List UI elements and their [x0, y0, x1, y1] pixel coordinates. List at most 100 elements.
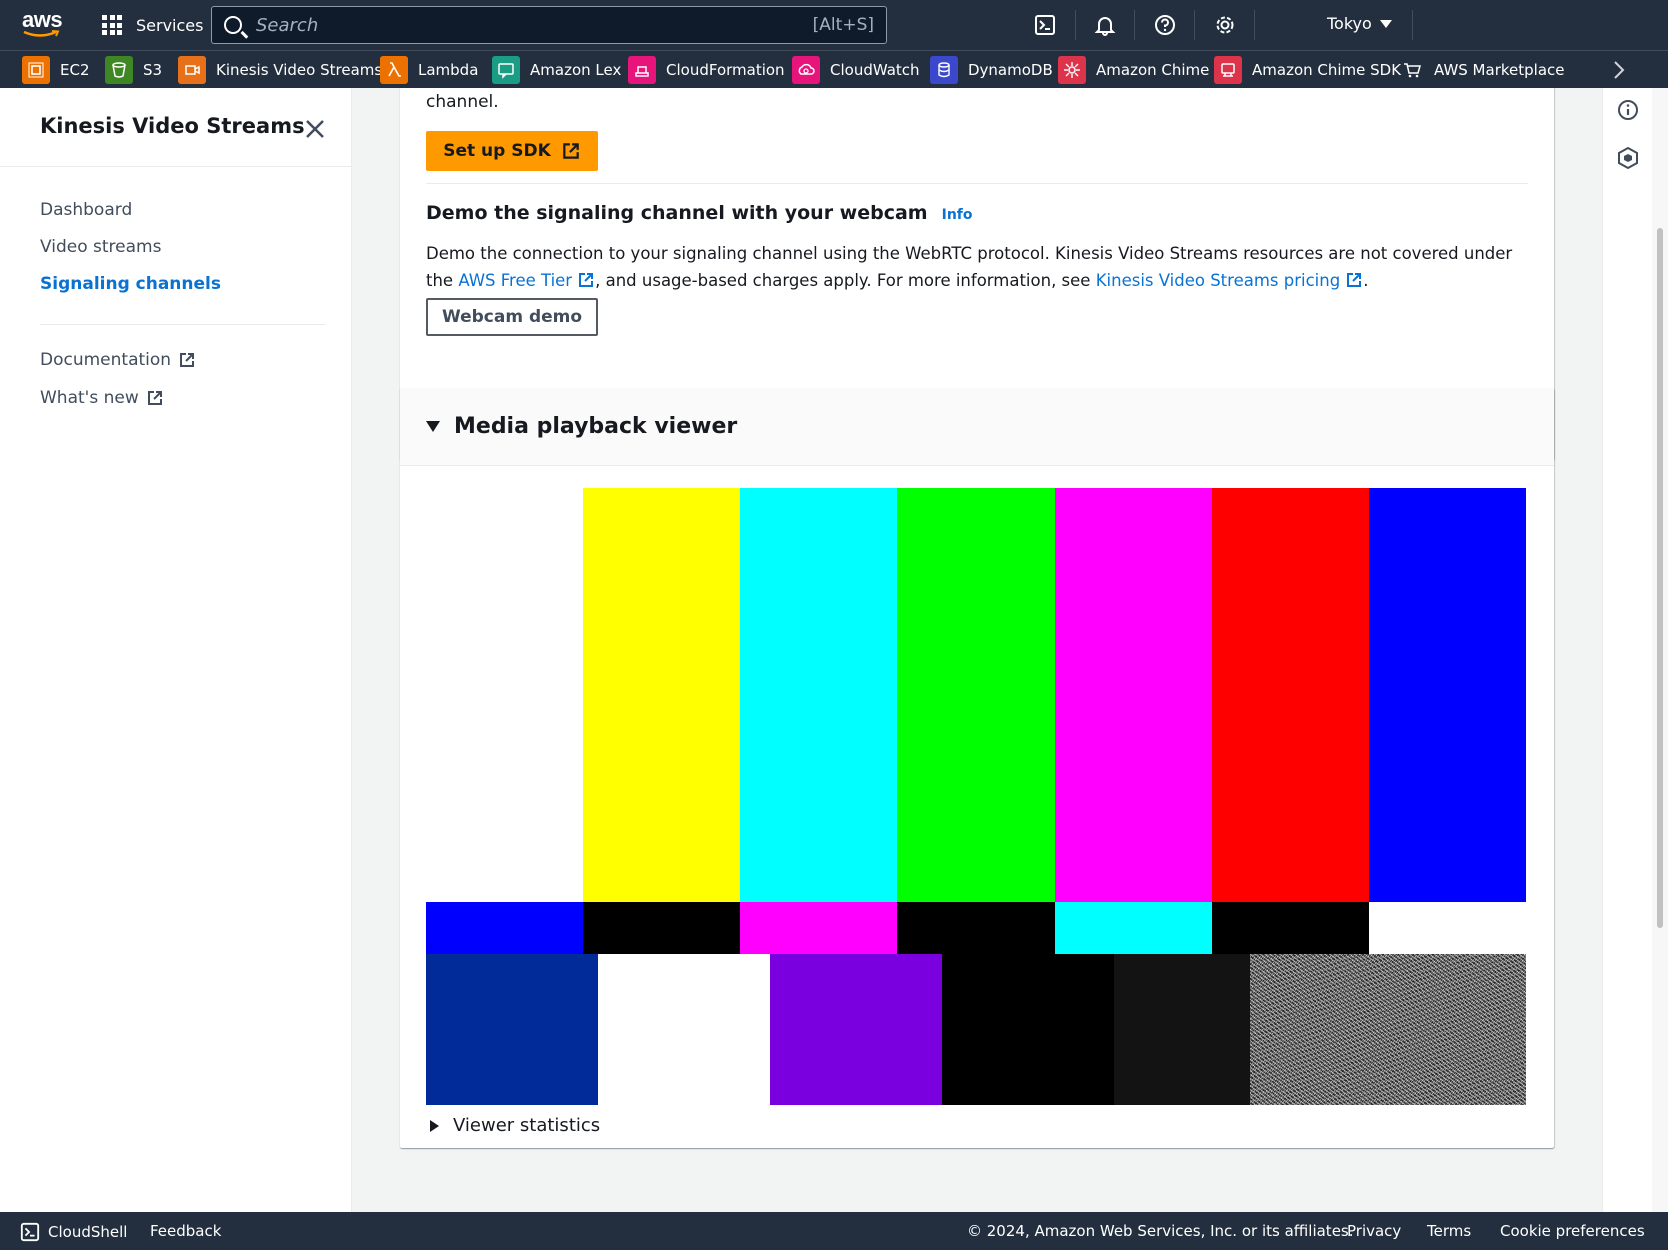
- footer-terms-link[interactable]: Terms: [1427, 1222, 1471, 1240]
- footer-privacy-link[interactable]: Privacy: [1347, 1222, 1401, 1240]
- webcam-demo-title: Demo the signaling channel with your web…: [426, 202, 928, 224]
- favorite-label: CloudFormation: [666, 61, 785, 79]
- region-label: Tokyo: [1327, 14, 1372, 33]
- favorite-label: AWS Marketplace: [1434, 61, 1565, 79]
- favorite-kinesis-video-streams[interactable]: Kinesis Video Streams: [178, 55, 382, 85]
- viewer-statistics-toggle[interactable]: Viewer statistics: [430, 1115, 600, 1136]
- cloudwatch-icon: [792, 56, 820, 84]
- cloudformation-icon: [628, 56, 656, 84]
- favorite-label: Lambda: [418, 61, 479, 79]
- favorite-aws-marketplace[interactable]: AWS Marketplace: [1400, 55, 1564, 85]
- external-link-icon: [1347, 273, 1362, 287]
- favorite-label: DynamoDB: [968, 61, 1053, 79]
- favorite-ec2[interactable]: EC2: [22, 55, 90, 85]
- test-pattern-bottom-bar: [426, 954, 599, 1105]
- favorite-label: S3: [143, 61, 163, 79]
- sidebar-item-whats-new[interactable]: What's new: [40, 388, 164, 408]
- test-pattern-top-bar: [740, 488, 899, 902]
- sidebar-divider: [40, 324, 326, 325]
- aws-free-tier-link-label: AWS Free Tier: [458, 271, 573, 290]
- footer-copyright: © 2024, Amazon Web Services, Inc. or its…: [967, 1222, 1354, 1240]
- info-link[interactable]: Info: [942, 207, 973, 223]
- footer-feedback-link[interactable]: Feedback: [150, 1222, 221, 1240]
- footer-cloudshell-button[interactable]: CloudShell: [20, 1222, 127, 1242]
- main-content: channel. Set up SDK Demo the signaling c…: [352, 88, 1602, 1212]
- favorite-label: Amazon Chime SDK: [1252, 61, 1402, 79]
- nav-separator: [1254, 10, 1255, 40]
- external-link-icon: [180, 353, 195, 367]
- nav-separator: [1412, 10, 1413, 40]
- kinesis-pricing-link[interactable]: Kinesis Video Streams pricing: [1096, 271, 1363, 290]
- scrollbar-thumb[interactable]: [1657, 228, 1663, 928]
- services-grid-icon: [102, 15, 122, 35]
- description-text: .: [1363, 271, 1369, 290]
- dynamodb-icon: [930, 56, 958, 84]
- aws-free-tier-link[interactable]: AWS Free Tier: [458, 271, 595, 290]
- section-divider: [426, 183, 1528, 184]
- set-up-sdk-label: Set up SDK: [443, 141, 551, 161]
- set-up-sdk-button[interactable]: Set up SDK: [426, 131, 598, 171]
- region-selector[interactable]: Tokyo: [1327, 14, 1392, 33]
- test-pattern-middle-bar: [583, 902, 742, 954]
- search-input[interactable]: [256, 14, 813, 36]
- sidebar-item-signaling-channels[interactable]: Signaling channels: [40, 274, 221, 294]
- favorite-dynamodb[interactable]: DynamoDB: [930, 55, 1053, 85]
- settings-gear-icon[interactable]: [1212, 12, 1238, 38]
- favorite-amazon-chime[interactable]: Amazon Chime: [1058, 55, 1209, 85]
- chevron-right-icon[interactable]: [1610, 60, 1628, 80]
- nav-separator: [1194, 10, 1195, 40]
- s3-icon: [105, 56, 133, 84]
- sidebar-item-video-streams[interactable]: Video streams: [40, 237, 161, 257]
- test-pattern-middle-bar: [740, 902, 899, 954]
- favorite-cloudformation[interactable]: CloudFormation: [628, 55, 785, 85]
- footer-cookie-preferences-link[interactable]: Cookie preferences: [1500, 1222, 1645, 1240]
- favorite-s3[interactable]: S3: [105, 55, 162, 85]
- test-pattern-bottom-bar: [598, 954, 771, 1105]
- favorite-label: Kinesis Video Streams: [216, 61, 383, 79]
- media-playback-viewer-container: Media playback viewer Viewer statistics: [400, 388, 1554, 1148]
- test-pattern-top-bar: [1369, 488, 1526, 902]
- sidebar-item-label: What's new: [40, 388, 139, 408]
- sidebar-title[interactable]: Kinesis Video Streams: [40, 114, 305, 138]
- side-navigation: Kinesis Video Streams Dashboard Video st…: [0, 88, 352, 1212]
- favorite-label: Amazon Lex: [530, 61, 622, 79]
- kinesis-video-streams-icon: [178, 56, 206, 84]
- aws-logo-text: aws: [22, 7, 63, 32]
- info-circle-icon[interactable]: [1616, 98, 1640, 122]
- webcam-demo-button[interactable]: Webcam demo: [426, 298, 598, 336]
- test-pattern-top-bar: [583, 488, 742, 902]
- media-playback-viewer-header[interactable]: Media playback viewer: [400, 388, 1554, 466]
- top-navigation: aws Services [Alt+S] Tokyo: [0, 0, 1668, 50]
- sidebar-item-dashboard[interactable]: Dashboard: [40, 200, 132, 220]
- video-player[interactable]: [426, 488, 1526, 1105]
- favorite-lambda[interactable]: Lambda: [380, 55, 478, 85]
- notifications-bell-icon[interactable]: [1092, 12, 1118, 38]
- test-pattern-bottom-bar: [942, 954, 1115, 1105]
- chevron-down-icon: [1379, 19, 1392, 28]
- test-pattern-middle-bar: [426, 902, 585, 954]
- sidebar-divider: [0, 166, 352, 167]
- search-bar[interactable]: [Alt+S]: [211, 6, 887, 44]
- cloudshell-icon[interactable]: [1032, 12, 1058, 38]
- services-label: Services: [136, 15, 204, 35]
- sidebar-item-documentation[interactable]: Documentation: [40, 350, 196, 370]
- media-playback-viewer-title: Media playback viewer: [454, 414, 738, 439]
- webcam-demo-heading: Demo the signaling channel with your web…: [426, 202, 973, 224]
- favorite-amazon-chime-sdk[interactable]: Amazon Chime SDK: [1214, 55, 1401, 85]
- amazon-chime-icon: [1058, 56, 1086, 84]
- test-pattern-middle-bar: [1212, 902, 1371, 954]
- aws-logo[interactable]: aws: [22, 7, 64, 40]
- description-text: , and usage-based charges apply. For mor…: [595, 271, 1096, 290]
- test-pattern-bottom-bar: [770, 954, 943, 1105]
- favorite-amazon-lex[interactable]: Amazon Lex: [492, 55, 621, 85]
- services-menu-button[interactable]: Services: [102, 12, 203, 38]
- test-pattern-top-bar: [897, 488, 1056, 902]
- help-icon[interactable]: [1152, 12, 1178, 38]
- page-scrollbar[interactable]: [1652, 88, 1668, 1212]
- search-icon: [224, 16, 242, 34]
- search-shortcut-hint: [Alt+S]: [812, 15, 874, 35]
- close-icon[interactable]: [302, 116, 328, 142]
- hexagon-tool-icon[interactable]: [1616, 146, 1640, 170]
- external-link-icon: [147, 391, 162, 405]
- favorite-cloudwatch[interactable]: CloudWatch: [792, 55, 920, 85]
